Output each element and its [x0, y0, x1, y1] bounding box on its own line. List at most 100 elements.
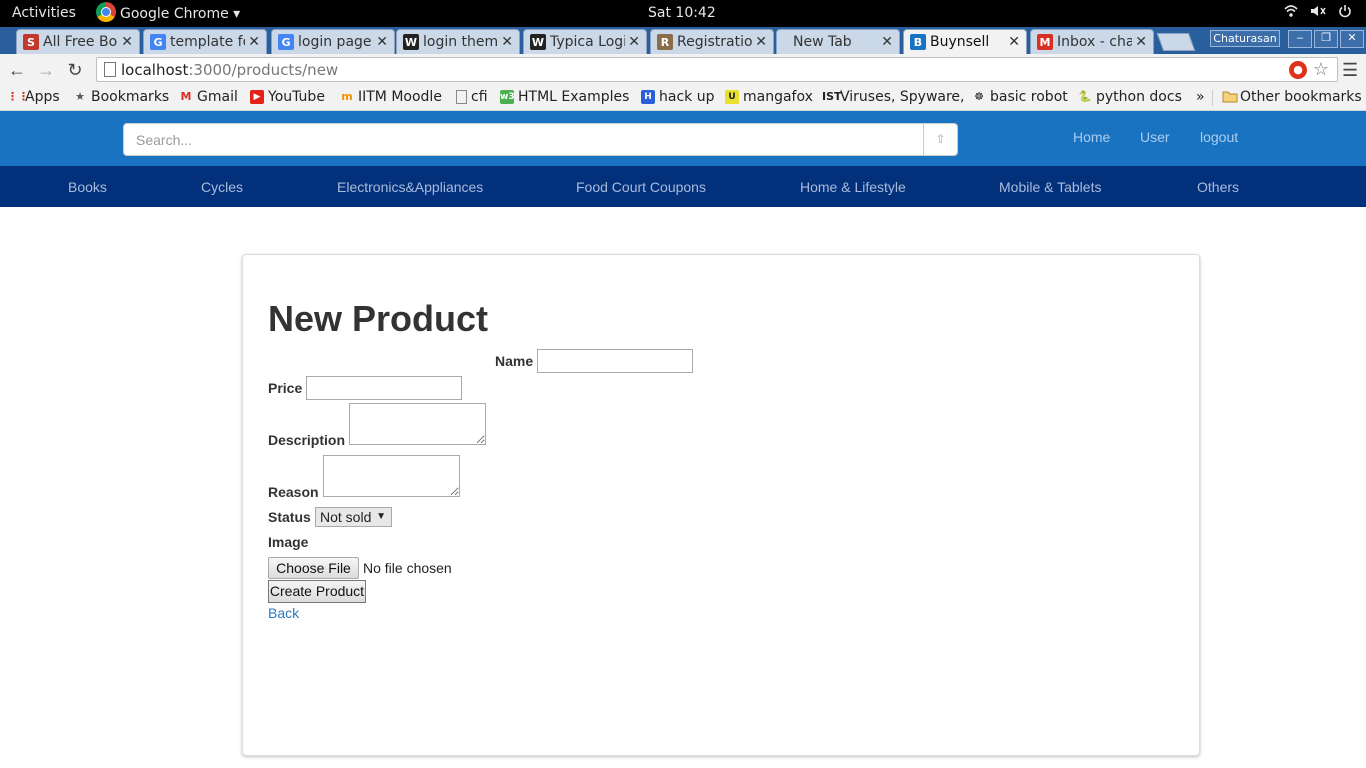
bookmark-item[interactable]: w3 HTML Examples [500, 89, 629, 105]
reload-icon[interactable]: ↻ [64, 59, 86, 81]
choose-file-button[interactable]: Choose File [268, 557, 359, 579]
search-box: ⇧ [123, 123, 958, 156]
close-window-icon[interactable]: ✕ [1340, 30, 1364, 48]
tab-close-icon[interactable]: ✕ [628, 34, 640, 50]
tab-close-icon[interactable]: ✕ [501, 34, 513, 50]
tab-favicon-icon: S [23, 34, 39, 50]
activities-button[interactable]: Activities [12, 5, 76, 21]
browser-tab[interactable]: R Registratio ✕ [650, 29, 774, 54]
browser-tab[interactable]: New Tab ✕ [776, 29, 900, 54]
site-header: ⇧ Home User logout [0, 111, 1366, 166]
search-submit-button[interactable]: ⇧ [923, 124, 957, 155]
create-product-button[interactable]: Create Product [268, 580, 366, 603]
tab-close-icon[interactable]: ✕ [376, 34, 388, 50]
tab-favicon-icon: G [150, 34, 166, 50]
other-bookmarks-label: Other bookmarks [1240, 89, 1362, 105]
status-selected-value: Not sold [320, 509, 372, 525]
extension-icon[interactable]: ● [1289, 61, 1307, 79]
file-status-text: No file chosen [363, 560, 452, 576]
category-cycles[interactable]: Cycles [201, 179, 243, 195]
back-arrow-icon[interactable]: ← [6, 59, 28, 81]
address-bar[interactable]: localhost:3000/products/new ● ☆ [96, 57, 1338, 82]
volume-icon[interactable] [1310, 4, 1326, 22]
name-input[interactable] [537, 349, 693, 373]
category-electronics[interactable]: Electronics&Appliances [337, 179, 483, 195]
bookmark-item[interactable]: cfi [456, 89, 488, 105]
tab-close-icon[interactable]: ✕ [1008, 34, 1020, 50]
bookmark-label: cfi [471, 89, 488, 105]
nav-user-link[interactable]: User [1140, 129, 1170, 145]
bookmark-item[interactable]: ★ Bookmarks [73, 89, 169, 105]
bookmark-label: Gmail [197, 89, 238, 105]
tab-close-icon[interactable]: ✕ [755, 34, 767, 50]
bookmark-item[interactable]: IST Viruses, Spyware, [822, 89, 965, 105]
wifi-icon[interactable] [1284, 4, 1298, 22]
description-textarea[interactable] [349, 403, 486, 445]
other-bookmarks[interactable]: Other bookmarks [1222, 89, 1362, 105]
reason-textarea[interactable] [323, 455, 460, 497]
tab-favicon-icon: G [278, 34, 294, 50]
moodle-icon: m [341, 90, 353, 103]
price-label: Price [268, 380, 303, 396]
browser-tab[interactable]: W Typica Logi ✕ [523, 29, 647, 54]
bookmark-item[interactable]: Hhack up [641, 89, 714, 105]
category-home-lifestyle[interactable]: Home & Lifestyle [800, 179, 906, 195]
bookmark-item[interactable]: 🐍 python docs [1078, 89, 1182, 105]
browser-tab[interactable]: Wlogin theme✕ [396, 29, 520, 54]
bookmark-item[interactable]: m IITM Moodle [340, 89, 442, 105]
back-link[interactable]: Back [268, 605, 299, 621]
bookmark-star-icon[interactable]: ☆ [1313, 59, 1329, 80]
bookmarks-bar: » Other bookmarks ⋮⋮ Apps ★ Bookmarks M Gmail… [0, 85, 1366, 111]
forward-arrow-icon[interactable]: → [35, 59, 57, 81]
browser-tab[interactable]: M Inbox - cha ✕ [1030, 29, 1154, 54]
restore-icon[interactable]: ❐ [1314, 30, 1338, 48]
bookmarks-overflow-button[interactable]: » [1196, 89, 1205, 105]
tab-close-icon[interactable]: ✕ [1135, 34, 1147, 50]
bookmark-item[interactable]: ▶ YouTube [250, 89, 325, 105]
search-input[interactable] [124, 124, 924, 155]
tab-close-icon[interactable]: ✕ [881, 34, 893, 50]
tab-title: login theme [423, 34, 499, 50]
ist-icon: IST [822, 90, 842, 103]
app-menu[interactable]: Google Chrome ▾ [96, 2, 240, 22]
bookmark-item[interactable]: ☸ basic robot [972, 89, 1068, 105]
tab-favicon-icon: M [1037, 34, 1053, 50]
clock[interactable]: Sat 10:42 [648, 5, 716, 21]
browser-tab[interactable]: S All Free Bo ✕ [16, 29, 140, 54]
nav-logout-link[interactable]: logout [1200, 129, 1238, 145]
category-mobile-tablets[interactable]: Mobile & Tablets [999, 179, 1101, 195]
power-icon[interactable] [1338, 4, 1352, 22]
category-books[interactable]: Books [68, 179, 107, 195]
bookmark-label: YouTube [268, 89, 325, 105]
chrome-menu-icon[interactable]: ☰ [1342, 60, 1358, 81]
w3-icon: w3 [500, 90, 515, 104]
tab-title: Registratio [677, 34, 753, 50]
minimize-icon[interactable]: – [1288, 30, 1312, 48]
tab-favicon-icon: W [403, 34, 419, 50]
category-others[interactable]: Others [1197, 179, 1239, 195]
status-select[interactable]: Not sold ▼ [315, 507, 392, 527]
category-food-court-coupons[interactable]: Food Court Coupons [576, 179, 706, 195]
hack-icon: H [641, 90, 655, 104]
tab-close-icon[interactable]: ✕ [248, 34, 260, 50]
page-title: New Product [268, 298, 489, 339]
browser-tab[interactable]: Glogin page ✕ [271, 29, 395, 54]
system-tray[interactable] [1284, 4, 1352, 22]
bookmark-label: basic robot [990, 89, 1068, 105]
url-text[interactable]: localhost:3000/products/new [121, 61, 338, 79]
profile-button[interactable]: Chaturasan [1210, 30, 1280, 47]
bookmark-item[interactable]: M Gmail [179, 89, 238, 105]
page-info-icon[interactable] [104, 62, 116, 77]
browser-tab[interactable]: Gtemplate fo ✕ [143, 29, 267, 54]
dropdown-arrow-icon: ▼ [376, 511, 386, 522]
bookmark-label: Bookmarks [91, 89, 170, 105]
apps-grid-icon: ⋮⋮ [7, 90, 29, 103]
bookmark-item[interactable]: Umangafox [725, 89, 813, 105]
price-input[interactable] [306, 376, 462, 400]
browser-tab[interactable]: B Buynsell ✕ [903, 29, 1027, 54]
bookmark-item[interactable]: ⋮⋮ Apps [7, 89, 60, 105]
desktop-top-bar: Activities Google Chrome ▾ Sat 10:42 [0, 0, 1366, 27]
nav-home-link[interactable]: Home [1073, 129, 1110, 145]
tab-close-icon[interactable]: ✕ [121, 34, 133, 50]
new-tab-button[interactable] [1156, 33, 1196, 51]
